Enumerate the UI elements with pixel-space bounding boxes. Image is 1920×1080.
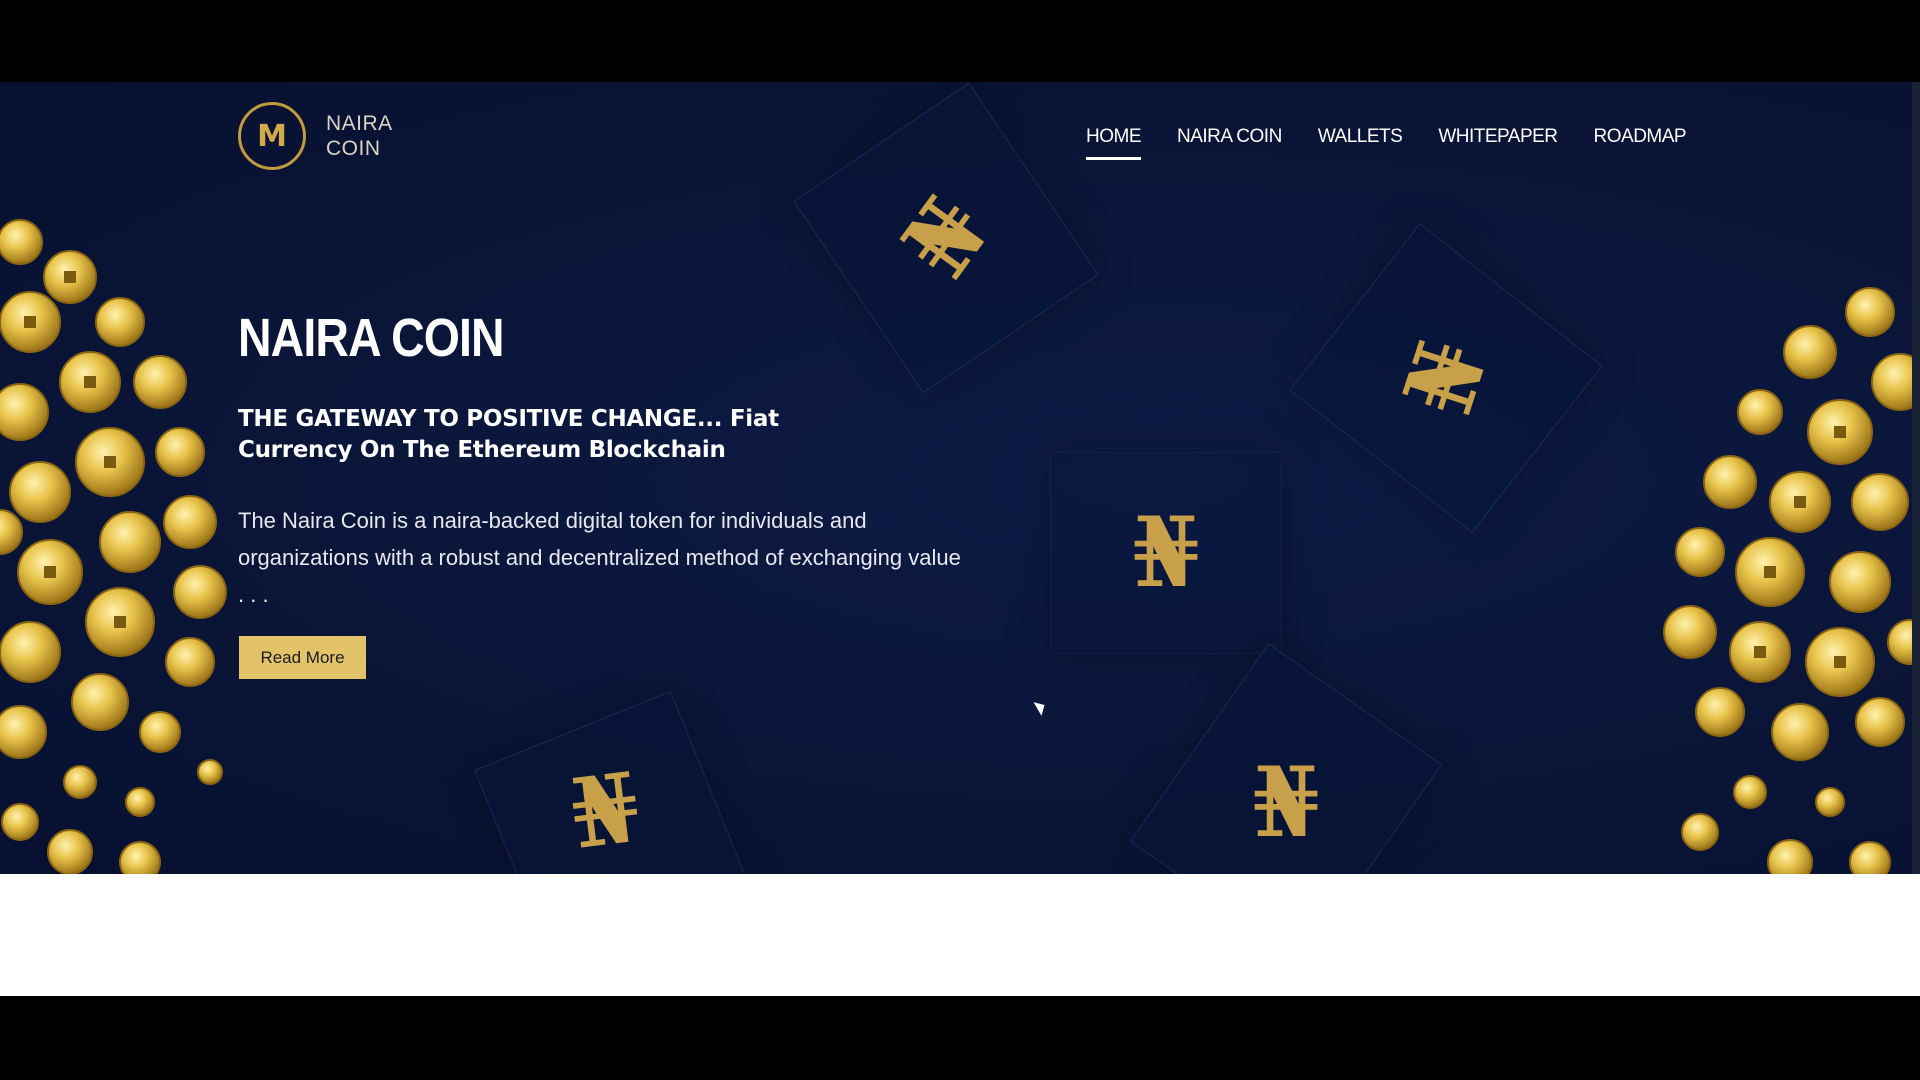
naira-tile-icon: ₦ bbox=[1252, 746, 1320, 859]
hero-section: ₦ ₦ ₦ ₦ ₦ M NAIRA COIN HOME NAIRA COIN W… bbox=[0, 82, 1920, 874]
logo-text: NAIRA COIN bbox=[326, 111, 393, 161]
naira-tile-icon: ₦ bbox=[1381, 328, 1510, 428]
mouse-cursor-icon bbox=[1033, 698, 1049, 716]
gold-coins-cluster bbox=[1610, 182, 1920, 874]
naira-tile-decor: ₦ bbox=[1289, 223, 1603, 533]
naira-tile-icon: ₦ bbox=[1132, 496, 1200, 609]
right-edge-strip bbox=[1912, 82, 1920, 874]
site-logo[interactable]: M NAIRA COIN bbox=[238, 102, 393, 170]
hero-description: The Naira Coin is a naira-backed digital… bbox=[238, 508, 961, 607]
logo-line-1: NAIRA bbox=[326, 112, 393, 135]
main-nav: HOME NAIRA COIN WALLETS WHITEPAPER ROADM… bbox=[1086, 126, 1722, 160]
website-viewport: ₦ ₦ ₦ ₦ ₦ M NAIRA COIN HOME NAIRA COIN W… bbox=[0, 82, 1920, 996]
logo-line-2: COIN bbox=[326, 137, 381, 160]
nav-item-whitepaper[interactable]: WHITEPAPER bbox=[1438, 126, 1558, 160]
naira-tile-icon: ₦ bbox=[565, 750, 646, 871]
read-more-button[interactable]: Read More bbox=[239, 636, 366, 679]
hero-title: NAIRA COIN bbox=[238, 308, 505, 368]
nav-item-home[interactable]: HOME bbox=[1086, 126, 1142, 160]
nav-item-wallets[interactable]: WALLETS bbox=[1318, 126, 1403, 160]
hero-subtitle: THE GATEWAY TO POSITIVE CHANGE... Fiat C… bbox=[238, 406, 779, 463]
nav-item-roadmap[interactable]: ROADMAP bbox=[1594, 126, 1687, 160]
nav-item-naira-coin[interactable]: NAIRA COIN bbox=[1177, 126, 1282, 160]
naira-tile-decor: ₦ bbox=[793, 82, 1099, 394]
naira-tile-decor: ₦ bbox=[1050, 452, 1282, 654]
naira-tile-decor: ₦ bbox=[474, 690, 758, 874]
gold-coins-right-graphic bbox=[1663, 287, 1920, 874]
screen-frame: ₦ ₦ ₦ ₦ ₦ M NAIRA COIN HOME NAIRA COIN W… bbox=[0, 0, 1920, 1080]
naira-tile-decor: ₦ bbox=[1129, 643, 1443, 874]
naira-tile-icon: ₦ bbox=[880, 177, 1011, 298]
naira-coin-logo-icon: M bbox=[238, 102, 306, 170]
